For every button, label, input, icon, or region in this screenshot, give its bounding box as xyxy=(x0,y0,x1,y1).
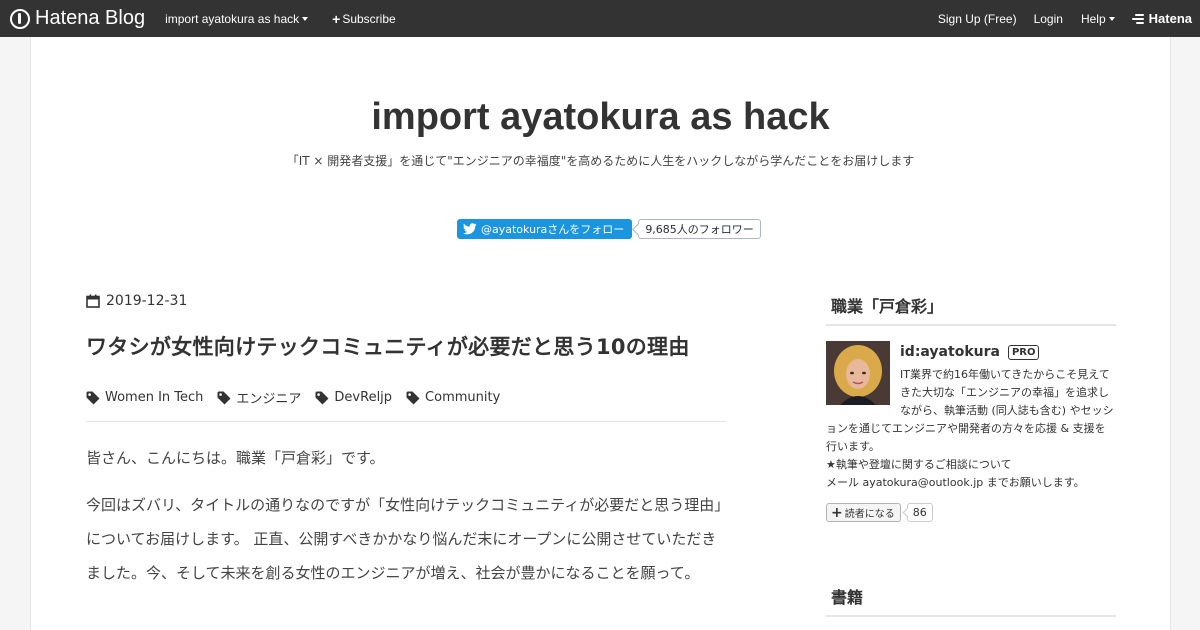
category-label: Community xyxy=(425,390,501,405)
avatar[interactable] xyxy=(826,341,890,405)
twitter-follower-count[interactable]: 9,685人のフォロワー xyxy=(638,219,761,239)
pro-badge[interactable]: PRO xyxy=(1007,344,1040,360)
caret-down-icon xyxy=(1108,17,1115,21)
avatar-image xyxy=(826,341,890,405)
blog-title[interactable]: import ayatokura as hack xyxy=(31,96,1170,139)
category-label: エンジニア xyxy=(236,392,302,407)
entry-title[interactable]: ワタシが女性向けテックコミュニティが必要だと思う10の理由 xyxy=(86,331,726,361)
help-label: Help xyxy=(1080,11,1106,26)
entry-paragraph: 皆さん、こんにちは。職業「戸倉彩」です。 xyxy=(86,449,385,467)
hatena-logo-text: Hatena xyxy=(1148,11,1192,26)
blog-menu-dropdown[interactable]: import ayatokura as hack xyxy=(165,11,309,26)
global-header: Hatena Blog import ayatokura as hack + S… xyxy=(0,0,1200,37)
tag-icon xyxy=(315,391,329,404)
blog-description: 「IT × 開発者支援」を通じて"エンジニアの幸福度"を高めるために人生をハック… xyxy=(286,154,915,168)
twitter-follow-label: @ayatokuraさんをフォロー xyxy=(481,223,625,236)
tag-icon xyxy=(217,391,231,404)
login-link[interactable]: Login xyxy=(1034,12,1063,26)
twitter-bird-icon xyxy=(463,223,477,235)
subscribe-label: Subscribe xyxy=(342,11,396,26)
plus-icon: + xyxy=(332,10,341,27)
profile-module: id:ayatokura PRO IT業界で約16年働いてきたからこそ見えてきた… xyxy=(826,341,1116,522)
article-entry: 2019-12-31 ワタシが女性向けテックコミュニティが必要だと思う10の理由… xyxy=(86,293,726,590)
entry-header-divider xyxy=(86,421,726,422)
entry-date-text: 2019-12-31 xyxy=(106,293,188,309)
tag-icon xyxy=(86,391,100,404)
category-community[interactable]: Community xyxy=(406,390,500,405)
profile-module-title: 職業「戸倉彩」 xyxy=(826,293,1116,326)
category-devreljp[interactable]: DevReljp xyxy=(315,390,392,405)
category-engineer[interactable]: エンジニア xyxy=(217,388,301,407)
category-women-in-tech[interactable]: Women In Tech xyxy=(86,390,203,405)
become-reader-label: 読者になる xyxy=(844,509,895,520)
reader-count[interactable]: 86 xyxy=(906,503,933,522)
caret-down-icon xyxy=(302,17,309,21)
profile-id-link[interactable]: id:ayatokura xyxy=(900,344,1000,360)
entry-paragraph: 今回はズバリ、タイトルの通りなのですが「女性向けテックコミュニティが必要だと思う… xyxy=(86,496,722,582)
calendar-icon xyxy=(86,294,100,308)
sidebar: 職業「戸倉彩」 id:ayatokura PRO IT業界で約16年働いてきたか… xyxy=(826,293,1116,617)
hatena-logo-icon xyxy=(1131,13,1146,25)
books-module-title: 書籍 xyxy=(826,584,1116,617)
category-label: Women In Tech xyxy=(105,390,204,405)
profile-id-row: id:ayatokura PRO xyxy=(900,341,1116,360)
blog-container: import ayatokura as hack 「IT × 開発者支援」を通じ… xyxy=(30,37,1171,630)
entry-categories: Women In Tech エンジニア DevReljp Community xyxy=(86,388,726,407)
hatena-home-link[interactable]: Hatena xyxy=(1131,11,1192,26)
brand-name: Hatena Blog xyxy=(35,7,146,29)
twitter-follow-widget: @ayatokuraさんをフォロー 9,685人のフォロワー xyxy=(457,219,761,239)
hatena-blog-logo-icon xyxy=(10,8,30,29)
become-reader-button[interactable]: + 読者になる xyxy=(826,503,901,522)
entry-date[interactable]: 2019-12-31 xyxy=(86,293,726,309)
help-menu-dropdown[interactable]: Help xyxy=(1081,12,1115,26)
blog-menu-label: import ayatokura as hack xyxy=(165,11,300,26)
subscribe-button[interactable]: + Subscribe xyxy=(332,12,396,26)
category-label: DevReljp xyxy=(334,390,393,405)
hatena-blog-home-link[interactable]: Hatena Blog xyxy=(10,0,145,37)
twitter-follow-button[interactable]: @ayatokuraさんをフォロー xyxy=(457,219,633,239)
subscribe-reader-widget: + 読者になる 86 xyxy=(826,503,1116,522)
plus-icon: + xyxy=(831,504,843,521)
signup-link[interactable]: Sign Up (Free) xyxy=(938,12,1017,26)
tag-icon xyxy=(406,391,420,404)
